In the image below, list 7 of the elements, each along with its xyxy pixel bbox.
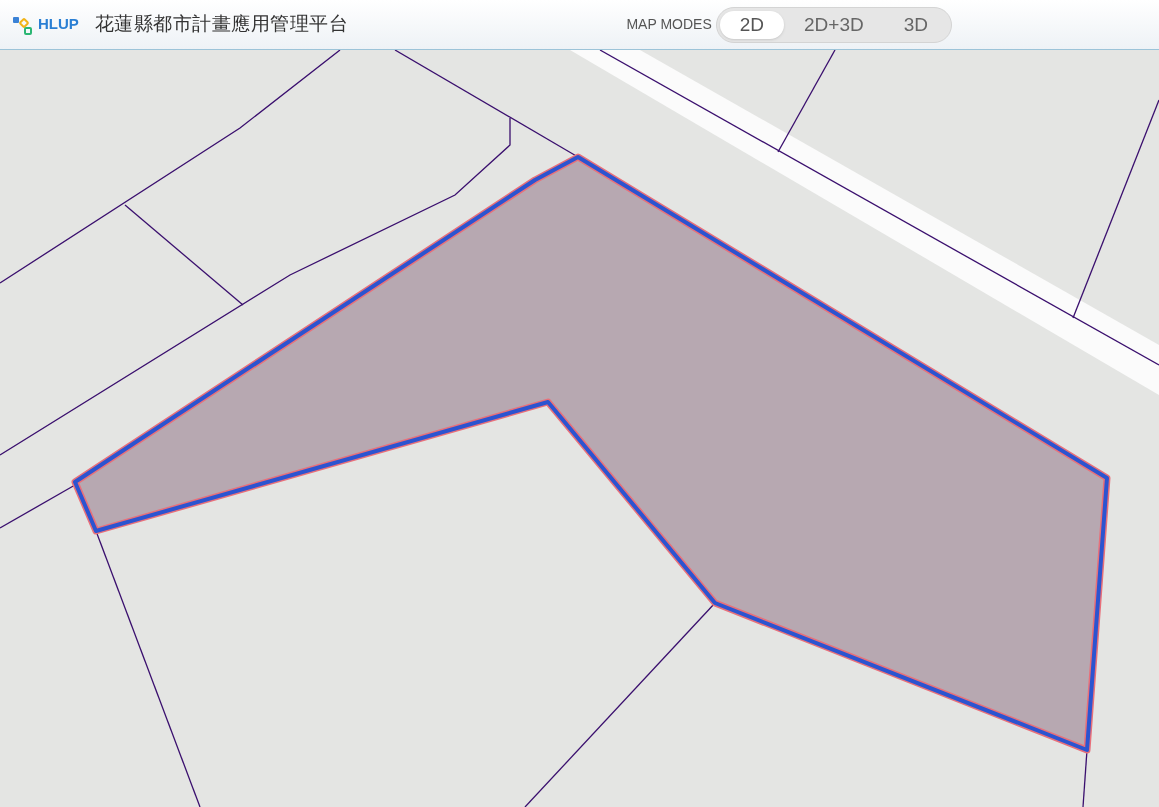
highlighted-parcel[interactable] (71, 153, 1111, 754)
map-modes-label: MAP MODES (626, 15, 712, 34)
map-mode-tab[interactable]: 2D (719, 10, 785, 39)
logo-text: HLUP (38, 14, 79, 35)
map-mode-tab[interactable]: 2D+3D (784, 10, 884, 39)
map-mode-tab[interactable]: 3D (883, 10, 948, 39)
app-title: 花蓮縣都市計畫應用管理平台 (94, 12, 349, 37)
